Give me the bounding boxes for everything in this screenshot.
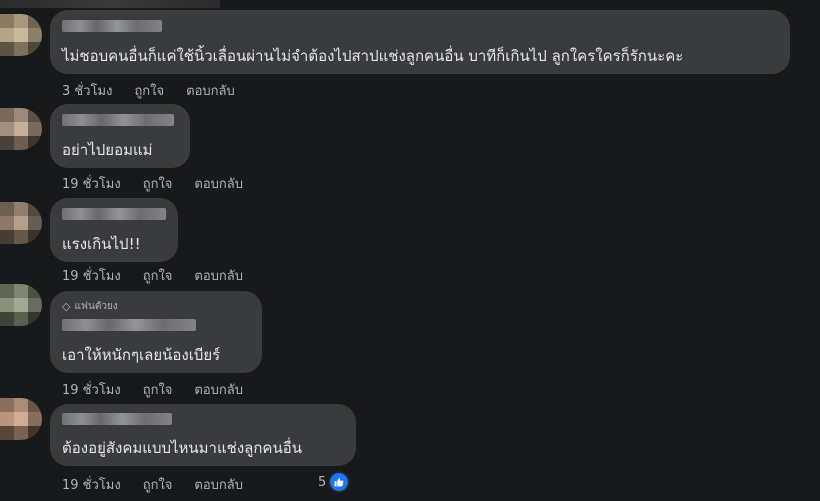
like-icon [328, 471, 351, 493]
comment-bubble: อย่าไปยอมแม่ [50, 104, 190, 168]
avatar[interactable] [0, 284, 42, 326]
reply-button[interactable]: ตอบกลับ [194, 379, 243, 400]
avatar[interactable] [0, 202, 42, 244]
like-button[interactable]: ถูกใจ [143, 173, 173, 194]
comment-actions: 19 ชั่วโมง ถูกใจ ตอบกลับ [62, 265, 265, 286]
avatar[interactable] [0, 14, 42, 56]
comment-actions: 19 ชั่วโมง ถูกใจ ตอบกลับ [62, 379, 265, 400]
comment-bubble: ไม่ชอบคนอื่นก็แค่ใช้นิ้วเลื่อนผ่านไม่จำต… [50, 10, 790, 74]
comment-time[interactable]: 19 ชั่วโมง [62, 265, 121, 286]
avatar[interactable] [0, 398, 42, 440]
comment-actions: 19 ชั่วโมง ถูกใจ ตอบกลับ [62, 173, 265, 194]
badge-label: แฟนตัวยง [74, 301, 118, 312]
reply-button[interactable]: ตอบกลับ [194, 265, 243, 286]
comment-time[interactable]: 19 ชั่วโมง [62, 474, 121, 495]
reaction-summary[interactable]: 5 [318, 471, 351, 493]
comment-actions: 19 ชั่วโมง ถูกใจ ตอบกลับ [62, 474, 265, 495]
comment-bubble: ต้องอยู่สังคมแบบไหนมาแช่งลูกคนอื่น [50, 404, 356, 466]
reply-button[interactable]: ตอบกลับ [194, 474, 243, 495]
comment-text: แรงเกินไป!! [62, 235, 141, 253]
author-name[interactable] [62, 208, 166, 220]
reaction-count: 5 [318, 474, 327, 490]
comment-text: อย่าไปยอมแม่ [62, 141, 153, 159]
author-name[interactable] [62, 114, 174, 126]
avatar[interactable] [0, 108, 42, 150]
like-button[interactable]: ถูกใจ [143, 265, 173, 286]
reply-button[interactable]: ตอบกลับ [194, 173, 243, 194]
like-button[interactable]: ถูกใจ [143, 379, 173, 400]
comment-time[interactable]: 19 ชั่วโมง [62, 173, 121, 194]
comment-actions: 3 ชั่วโมง ถูกใจ ตอบกลับ [62, 80, 257, 101]
author-name[interactable] [62, 413, 172, 425]
comment-text: เอาให้หนักๆเลยน้องเบียร์ [62, 346, 221, 364]
comment-time[interactable]: 19 ชั่วโมง [62, 379, 121, 400]
author-name[interactable] [62, 319, 196, 331]
diamond-icon: ◇ [62, 300, 71, 313]
author-name[interactable] [62, 20, 162, 32]
like-button[interactable]: ถูกใจ [134, 80, 164, 101]
reply-button[interactable]: ตอบกลับ [186, 80, 235, 101]
comment-bubble: ◇ แฟนตัวยง เอาให้หนักๆเลยน้องเบียร์ [50, 291, 262, 373]
top-fan-badge: ◇ แฟนตัวยง [62, 299, 118, 314]
comment-bubble: แรงเกินไป!! [50, 198, 178, 262]
comment-text: ต้องอยู่สังคมแบบไหนมาแช่งลูกคนอื่น [62, 439, 302, 457]
like-button[interactable]: ถูกใจ [143, 474, 173, 495]
previous-content-edge [0, 0, 220, 8]
comment-time[interactable]: 3 ชั่วโมง [62, 80, 112, 101]
comment-text: ไม่ชอบคนอื่นก็แค่ใช้นิ้วเลื่อนผ่านไม่จำต… [62, 47, 684, 65]
